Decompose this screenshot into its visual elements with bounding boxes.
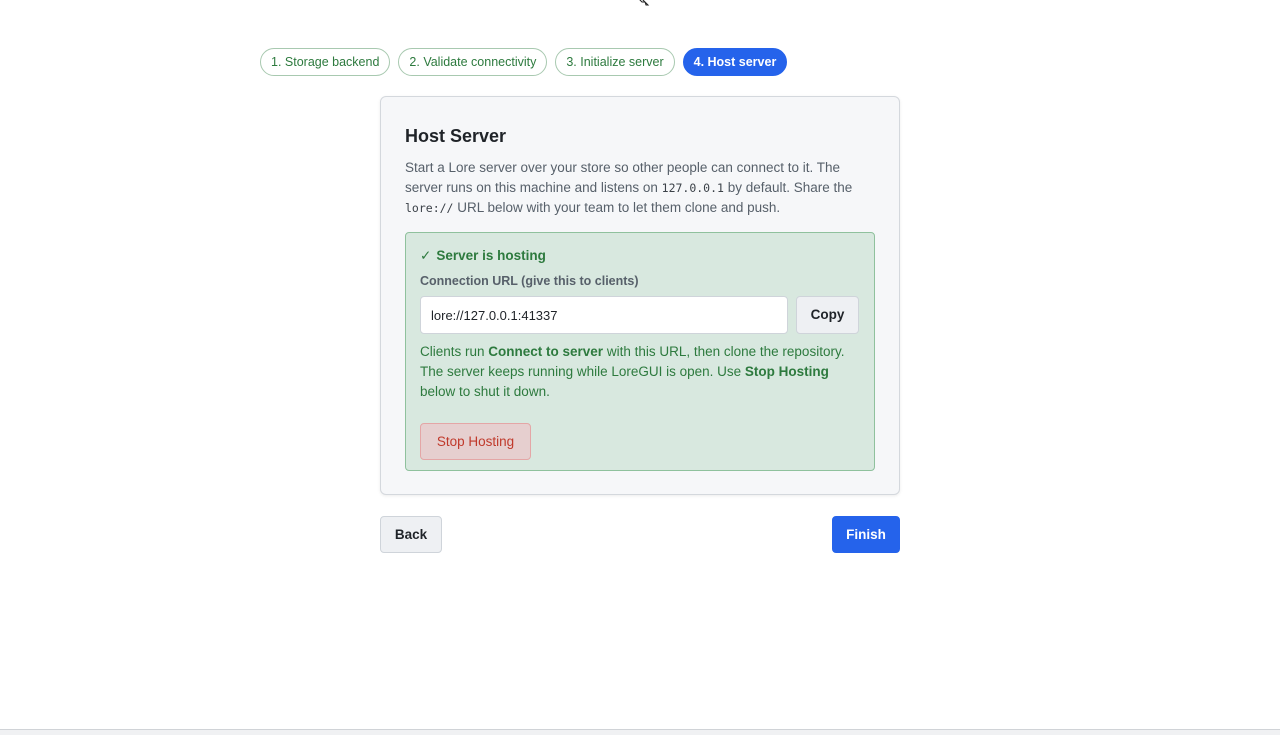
mouse-cursor-icon (639, 0, 650, 6)
step-storage-backend[interactable]: 1. Storage backend (260, 48, 391, 76)
desc-text-2: by default. Share the (723, 180, 853, 195)
wizard-steps: 1. Storage backend 2. Validate connectiv… (260, 48, 788, 76)
desc-scheme-code: lore:// (405, 201, 454, 215)
desc-host-code: 127.0.0.1 (661, 181, 724, 195)
hosting-info-text: Clients run Connect to server with this … (420, 342, 860, 402)
step-host-server[interactable]: 4. Host server (682, 48, 788, 76)
connection-url-input[interactable] (420, 296, 788, 334)
step-initialize-server[interactable]: 3. Initialize server (555, 48, 675, 76)
host-server-card: Host Server Start a Lore server over you… (380, 96, 900, 495)
connection-url-label: Connection URL (give this to clients) (420, 274, 639, 288)
hosting-status-panel: ✓ Server is hosting Connection URL (give … (405, 232, 875, 471)
info-stop-hosting: Stop Hosting (744, 364, 829, 379)
hosting-status-text: Server is hosting (436, 248, 546, 263)
card-title: Host Server (405, 126, 507, 146)
desc-text-3: URL below with your team to let them clo… (453, 200, 781, 215)
info-text-3: below to shut it down. (420, 384, 550, 399)
info-text-1: Clients run (420, 344, 489, 359)
check-icon: ✓ (420, 248, 432, 263)
host-server-page: 1. Storage backend 2. Validate connectiv… (0, 0, 1280, 735)
step-validate-connectivity[interactable]: 2. Validate connectivity (398, 48, 548, 76)
copy-button[interactable]: Copy (796, 296, 859, 334)
hosting-status: ✓ Server is hosting (420, 247, 860, 265)
bottom-status-bar (0, 729, 1280, 735)
info-connect-to-server: Connect to server (488, 344, 604, 359)
card-description: Start a Lore server over your store so o… (405, 158, 875, 218)
back-button[interactable]: Back (380, 516, 442, 553)
connection-url-row: Copy (420, 296, 860, 334)
finish-button[interactable]: Finish (832, 516, 900, 553)
stop-hosting-button[interactable]: Stop Hosting (420, 423, 531, 460)
